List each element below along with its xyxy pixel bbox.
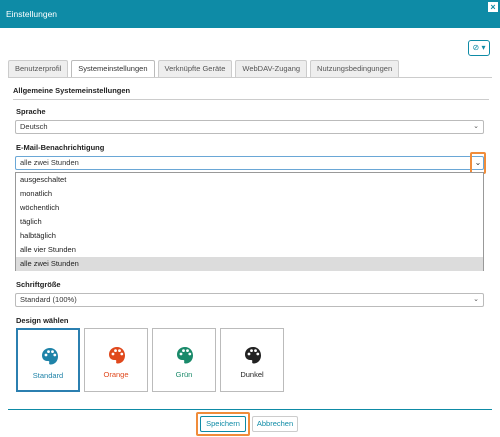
email-notification-options: ausgeschaltet monatlich wöchentlich tägl… — [15, 172, 484, 271]
tab-nutzungsbedingungen[interactable]: Nutzungsbedingungen — [310, 60, 400, 77]
palette-icon — [245, 347, 261, 364]
help-dropdown-button[interactable]: ⊘ ▾ — [468, 40, 490, 56]
option-monatlich[interactable]: monatlich — [16, 187, 483, 201]
design-tile-label: Standard — [32, 371, 64, 380]
section-title: Allgemeine Systemeinstellungen — [13, 86, 489, 100]
fontsize-label: Schriftgröße — [16, 280, 61, 289]
design-tile-gruen[interactable]: Grün — [152, 328, 216, 392]
title-bar: Einstellungen × — [0, 0, 500, 28]
design-tile-standard[interactable]: Standard — [16, 328, 80, 392]
design-label: Design wählen — [16, 316, 69, 325]
save-button[interactable]: Speichern — [200, 416, 246, 432]
chevron-down-icon: ⌄ — [473, 123, 479, 130]
language-value: Deutsch — [20, 122, 48, 131]
language-select[interactable]: Deutsch ⌄ — [15, 120, 484, 134]
tab-systemeinstellungen[interactable]: Systemeinstellungen — [71, 60, 155, 78]
palette-icon — [109, 347, 125, 364]
option-alle-vier-stunden[interactable]: alle vier Stunden — [16, 243, 483, 257]
option-ausgeschaltet[interactable]: ausgeschaltet — [16, 173, 483, 187]
fontsize-value: Standard (100%) — [20, 295, 77, 304]
design-tile-label: Dunkel — [240, 370, 264, 379]
palette-icon — [42, 348, 58, 365]
window-title: Einstellungen — [6, 9, 58, 19]
design-tile-label: Orange — [103, 370, 129, 379]
fontsize-select[interactable]: Standard (100%) ⌄ — [15, 293, 484, 307]
language-label: Sprache — [16, 107, 46, 116]
email-dropdown-chevron-icon[interactable]: ⌄ — [470, 152, 486, 174]
tab-webdav-zugang[interactable]: WebDAV-Zugang — [235, 60, 308, 77]
option-alle-zwei-stunden[interactable]: alle zwei Stunden — [16, 257, 483, 271]
footer-divider — [8, 409, 492, 410]
option-woechentlich[interactable]: wöchentlich — [16, 201, 483, 215]
tab-divider — [8, 77, 492, 78]
design-tile-label: Grün — [175, 370, 193, 379]
palette-icon — [177, 347, 193, 364]
settings-tabs: Benutzerprofil Systemeinstellungen Verkn… — [8, 60, 402, 78]
email-notification-value: alle zwei Stunden — [20, 158, 79, 167]
design-tile-dunkel[interactable]: Dunkel — [220, 328, 284, 392]
tab-verknuepfte-geraete[interactable]: Verknüpfte Geräte — [157, 60, 233, 77]
tab-benutzerprofil[interactable]: Benutzerprofil — [8, 60, 69, 77]
email-notification-select[interactable]: alle zwei Stunden — [15, 156, 484, 170]
design-tiles: Standard Orange Grün Dunkel — [16, 328, 288, 392]
option-halbtaeglich[interactable]: halbtäglich — [16, 229, 483, 243]
design-tile-orange[interactable]: Orange — [84, 328, 148, 392]
cancel-button[interactable]: Abbrechen — [252, 416, 298, 432]
chevron-down-icon: ⌄ — [473, 296, 479, 303]
email-notification-label: E-Mail-Benachrichtigung — [16, 143, 105, 152]
close-icon[interactable]: × — [488, 2, 498, 12]
option-taeglich[interactable]: täglich — [16, 215, 483, 229]
